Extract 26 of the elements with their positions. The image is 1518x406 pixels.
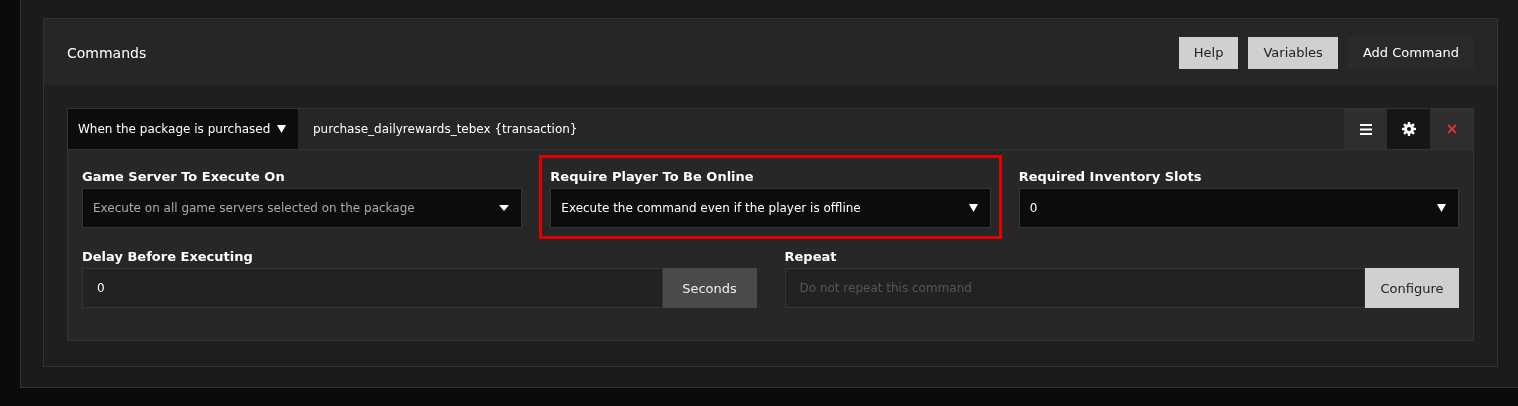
settings-icon: [1401, 122, 1416, 136]
field-label: Game Server To Execute On: [82, 167, 286, 186]
caret-icon: [1437, 204, 1446, 212]
select-field[interactable]: Execute on all game servers selected on the package: [82, 188, 523, 228]
unit-label[interactable]: Seconds: [662, 268, 757, 308]
configure-button[interactable]: Configure: [1365, 268, 1459, 308]
field-label: Delay Before Executing: [82, 247, 254, 266]
settings-button[interactable]: [1387, 109, 1430, 149]
menu-icon: [1359, 123, 1372, 135]
select-field[interactable]: Execute the command even if the player is offline: [550, 188, 991, 228]
header-button[interactable]: Variables: [1248, 36, 1338, 69]
close-icon: [1446, 124, 1457, 134]
caret-icon: [968, 204, 978, 212]
command-text: purchase_dailyrewards_tebex {transaction}: [312, 121, 579, 138]
field-label: Repeat: [784, 247, 838, 266]
caret-icon: [277, 125, 286, 133]
field-label: Required Inventory Slots: [1018, 167, 1203, 186]
caret-icon: [499, 205, 510, 211]
select-field[interactable]: 0: [1018, 188, 1459, 228]
menu-button[interactable]: [1344, 109, 1387, 149]
trigger-select[interactable]: When the package is purchased: [68, 109, 298, 149]
header-button[interactable]: Add Command: [1347, 36, 1474, 69]
header-button[interactable]: Help: [1178, 36, 1239, 69]
field-label: Require Player To Be Online: [550, 167, 755, 186]
input-field[interactable]: 0: [82, 268, 663, 308]
panel-title: Commands: [67, 44, 147, 61]
